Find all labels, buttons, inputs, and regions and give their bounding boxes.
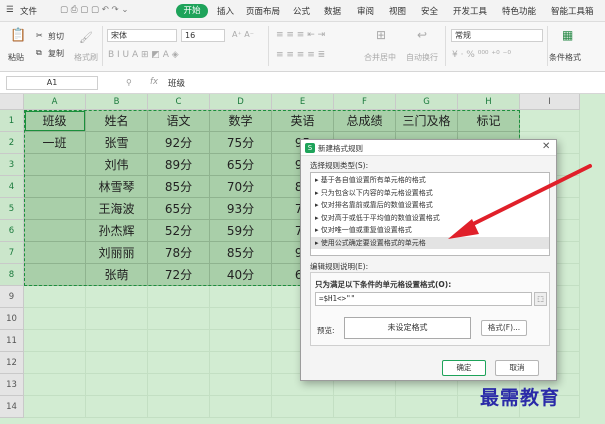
red-arrow-annotation xyxy=(448,164,592,239)
watermark-logo: 最需教育 xyxy=(480,387,561,409)
arrow-shaft xyxy=(463,164,592,230)
